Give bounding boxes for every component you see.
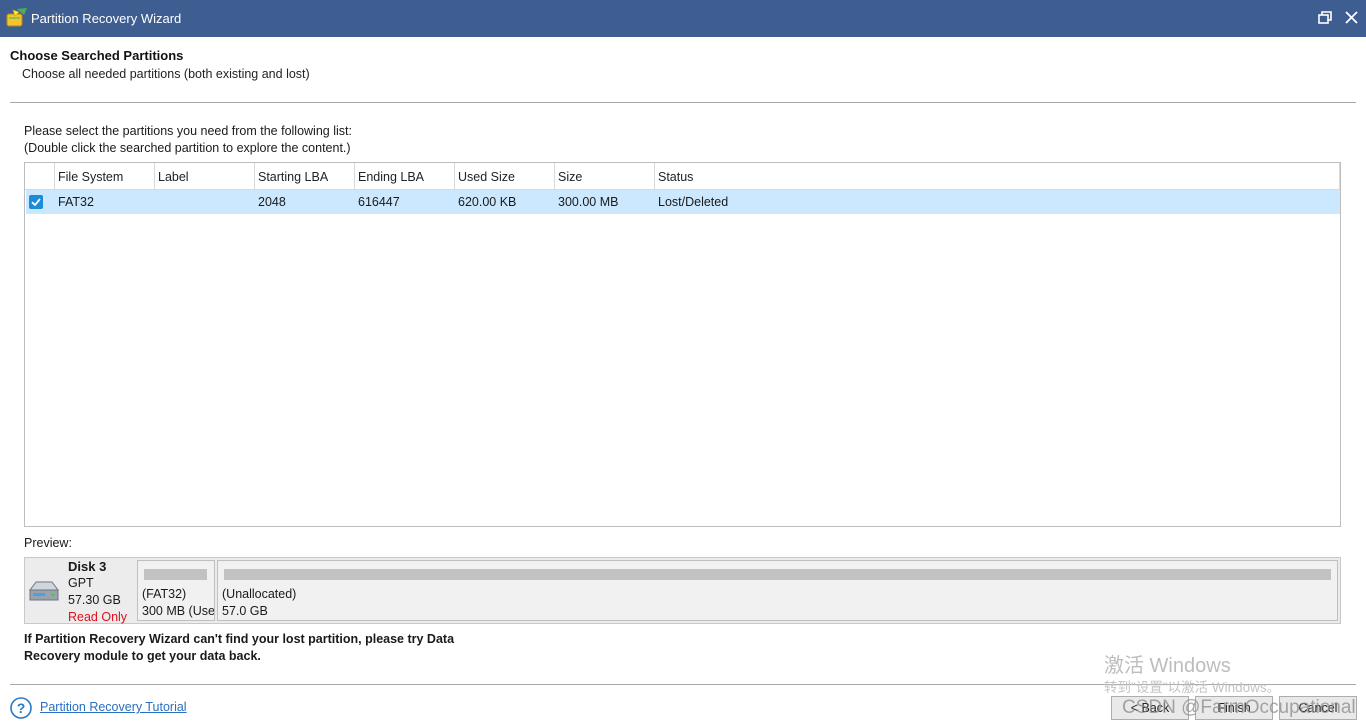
title-bar: Partition Recovery Wizard	[0, 0, 1366, 37]
activation-watermark-title: 激活 Windows	[1104, 655, 1231, 677]
preview-label: Preview:	[24, 536, 72, 550]
disk-name: Disk 3	[68, 559, 107, 574]
restore-icon[interactable]	[1314, 8, 1336, 28]
column-header-file-system[interactable]: File System	[54, 163, 154, 189]
cell-ending-lba: 616447	[358, 195, 400, 209]
page-title: Choose Searched Partitions	[10, 48, 184, 63]
partition-filesystem: (FAT32)	[142, 587, 187, 601]
partition-table: File System Label Starting LBA Ending LB…	[24, 162, 1341, 527]
instruction-line-1: Please select the partitions you need fr…	[24, 124, 352, 138]
cell-used-size: 620.00 KB	[458, 195, 517, 209]
disk-status: Read Only	[68, 610, 128, 624]
column-header-status[interactable]: Status	[654, 163, 1340, 189]
recovery-note: If Partition Recovery Wizard can't find …	[24, 632, 455, 663]
partition-filesystem: (Unallocated)	[222, 587, 297, 601]
help-icon[interactable]: ?	[10, 697, 32, 719]
partition-size: 300 MB (Used: 0%)	[142, 604, 215, 618]
close-icon[interactable]	[1341, 8, 1363, 28]
column-header-ending-lba[interactable]: Ending LBA	[354, 163, 454, 189]
disk-map: Disk 3 GPT 57.30 GB Read Only (FAT32) 30…	[24, 557, 1341, 624]
column-header-used-size[interactable]: Used Size	[454, 163, 554, 189]
disk-drive-icon	[29, 581, 59, 601]
cell-file-system: FAT32	[58, 195, 94, 209]
table-header: File System Label Starting LBA Ending LB…	[25, 163, 1340, 190]
disk-type: GPT	[68, 576, 94, 590]
instruction-line-2: (Double click the searched partition to …	[24, 141, 351, 155]
table-row[interactable]: FAT32 2048 616447 620.00 KB 300.00 MB Lo…	[26, 190, 1340, 214]
cell-starting-lba: 2048	[258, 195, 286, 209]
header-divider	[10, 102, 1356, 103]
partition-block-unallocated[interactable]: (Unallocated) 57.0 GB	[217, 560, 1338, 621]
column-header-label[interactable]: Label	[154, 163, 254, 189]
partition-usage-bar	[224, 569, 1331, 580]
csdn-watermark: CSDN @FarmOccupational	[1122, 697, 1356, 718]
checkmark-icon	[31, 198, 41, 207]
page-subtitle: Choose all needed partitions (both exist…	[22, 67, 310, 81]
activation-watermark-text: 转到"设置"以激活 Windows。	[1104, 680, 1281, 695]
tutorial-link[interactable]: Partition Recovery Tutorial	[40, 700, 187, 714]
window-title: Partition Recovery Wizard	[31, 11, 182, 26]
app-logo-icon	[6, 8, 27, 27]
disk-size: 57.30 GB	[68, 593, 121, 607]
partition-size: 57.0 GB	[222, 604, 268, 618]
cell-size: 300.00 MB	[558, 195, 619, 209]
svg-text:?: ?	[17, 700, 26, 716]
partition-usage-bar	[144, 569, 207, 580]
column-header-starting-lba[interactable]: Starting LBA	[254, 163, 354, 189]
cell-status: Lost/Deleted	[658, 195, 729, 209]
column-header-size[interactable]: Size	[554, 163, 654, 189]
partition-block-fat32[interactable]: (FAT32) 300 MB (Used: 0%)	[137, 560, 215, 621]
row-checkbox[interactable]	[29, 195, 43, 209]
